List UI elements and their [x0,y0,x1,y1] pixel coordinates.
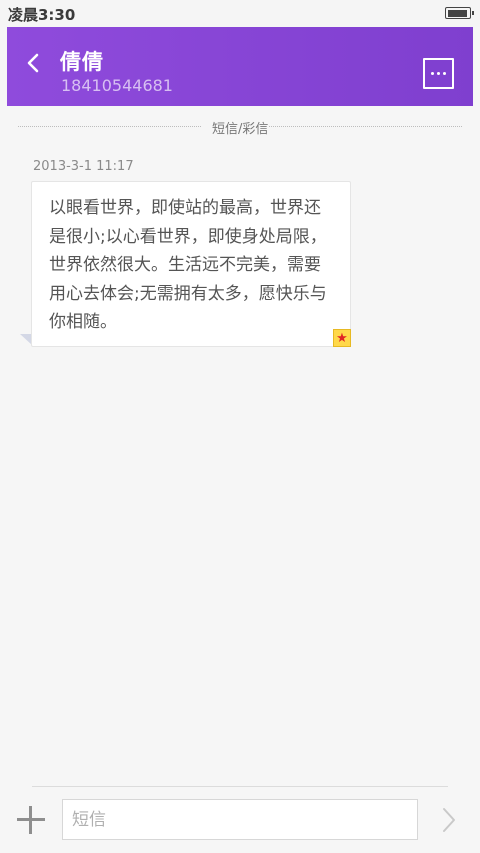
plus-icon[interactable] [16,805,46,835]
battery-level [447,9,467,17]
battery-icon [445,7,474,19]
chevron-right-icon [443,808,455,832]
message-text: 以眼看世界，即使站的最高，世界还是很小;以心看世界，即使身处局限，世界依然很大。… [49,198,327,332]
conversation-header: 倩倩 18410544681 [7,27,473,106]
more-dots-icon [431,72,446,75]
star-icon[interactable]: ★ [333,329,351,347]
back-button[interactable] [19,49,47,77]
message-input[interactable] [62,799,418,840]
contact-name: 倩倩 [60,50,104,74]
channel-divider: 短信/彩信 [18,116,462,137]
sms-conversation-screen: 凌晨3:30 倩倩 18410544681 短信/彩信 2013-3-1 11:… [0,0,480,853]
message-bubble[interactable]: 以眼看世界，即使站的最高，世界还是很小;以心看世界，即使身处局限，世界依然很大。… [31,181,351,347]
message-timestamp: 2013-3-1 11:17 [33,159,134,174]
contact-number: 18410544681 [61,76,173,95]
compose-divider [32,786,448,787]
channel-label: 短信/彩信 [212,122,269,137]
chevron-left-icon [27,53,39,73]
status-time: 凌晨3:30 [8,6,76,24]
status-bar: 凌晨3:30 [0,0,480,27]
more-button[interactable] [423,58,454,89]
send-button[interactable] [438,805,460,835]
